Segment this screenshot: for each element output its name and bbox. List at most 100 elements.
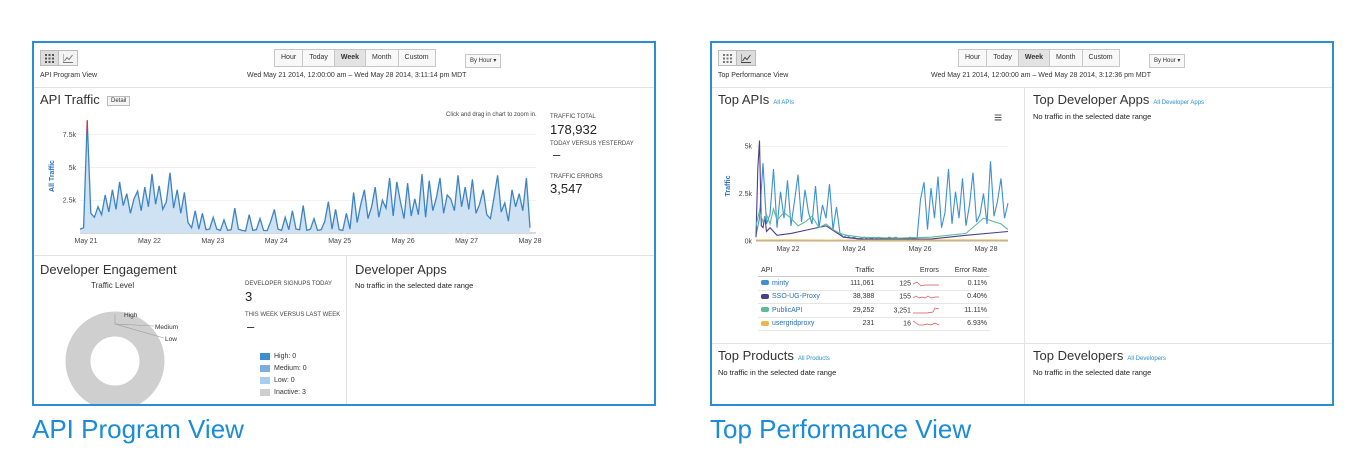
caret-down-icon: ▾: [493, 58, 497, 64]
legend-item-high: High: 0: [260, 353, 296, 360]
range-hour-button[interactable]: Hour: [274, 49, 304, 67]
all-developers-link[interactable]: All Developers: [1127, 356, 1166, 362]
donut-label-high: High: [124, 312, 138, 319]
api-name-cell[interactable]: usergridproxy: [758, 317, 840, 331]
view-toggle: [40, 50, 78, 66]
range-week-button[interactable]: Week: [1018, 49, 1051, 67]
week-vs-last-label: THIS WEEK VERSUS LAST WEEK: [245, 312, 341, 318]
top-developers-title-text: Top Developers: [1033, 348, 1124, 363]
errors-cell: 125: [877, 276, 942, 291]
by-hour-dropdown[interactable]: By Hour ▾: [465, 54, 502, 68]
error-sparkline: [912, 320, 940, 326]
errors-cell: 155: [877, 290, 942, 304]
section-divider: [712, 343, 1332, 344]
grid-view-button[interactable]: [40, 50, 59, 66]
series-swatch: [761, 293, 769, 299]
all-products-link[interactable]: All Products: [798, 356, 830, 362]
traffic-cell: 38,388: [839, 290, 878, 304]
top-developers-title: Top Developers All Developers: [1033, 348, 1166, 363]
series-swatch: [761, 280, 769, 286]
x-tick-label: May 24: [843, 246, 866, 253]
range-today-button[interactable]: Today: [303, 49, 335, 67]
table-row: PublicAPI 29,252 3,251 11.11%: [758, 303, 990, 318]
api-name-cell[interactable]: minty: [758, 276, 840, 291]
by-hour-label: By Hour: [1154, 58, 1176, 64]
range-custom-button[interactable]: Custom: [1082, 49, 1120, 67]
legend-label: Inactive: 3: [274, 389, 306, 396]
x-tick-label: May 21: [75, 238, 98, 245]
x-tick-label: May 27: [455, 238, 478, 245]
all-developer-apps-link[interactable]: All Developer Apps: [1153, 100, 1204, 106]
traffic-total-value: 178,932: [550, 122, 597, 137]
table-row: usergridproxy 231 16 6.93%: [758, 317, 990, 331]
date-range-label: Wed May 21 2014, 12:00:00 am – Wed May 2…: [931, 72, 1151, 79]
traffic-cell: 29,252: [839, 303, 878, 318]
error-rate-cell: 0.11%: [941, 276, 990, 291]
time-range-group: Hour Today Week Month Custom: [274, 49, 436, 67]
date-range-label: Wed May 21 2014, 12:00:00 am – Wed May 2…: [247, 72, 467, 79]
api-program-view-panel: API Program View Hour Today Week Month C…: [32, 41, 656, 406]
traffic-cell: 231: [839, 317, 878, 331]
traffic-errors-value: 3,547: [550, 181, 583, 196]
all-apis-link[interactable]: All APIs: [773, 100, 794, 106]
series-line-minty: [755, 161, 1009, 240]
api-traffic-chart[interactable]: 2.5k 5k 7.5k May 21 May 22 May 23 May 24 May 25…: [40, 115, 542, 247]
api-name-cell[interactable]: SSO-UG-Proxy: [758, 290, 840, 304]
errors-value: 125: [899, 279, 911, 287]
y-tick-label: 5k: [745, 144, 753, 151]
table-row: minty 111,061 125 0.11%: [758, 276, 990, 291]
developer-signups-value: 3: [245, 289, 253, 304]
hamburger-menu-icon[interactable]: ≡: [994, 110, 1002, 124]
range-month-button[interactable]: Month: [1050, 49, 1083, 67]
x-tick-label: May 23: [201, 238, 224, 245]
top-performance-view-panel: Top Performance View Hour Today Week Mon…: [710, 41, 1334, 406]
col-header-error-rate: Error Rate: [941, 265, 990, 277]
detail-button[interactable]: Detail: [107, 96, 131, 106]
chart-view-button[interactable]: [737, 50, 756, 66]
legend-item-inactive: Inactive: 3: [260, 389, 306, 396]
series-line-publicapi: [755, 206, 1009, 239]
range-hour-button[interactable]: Hour: [958, 49, 988, 67]
header-bar: API Program View Hour Today Week Month C…: [34, 43, 654, 88]
series-swatch: [761, 320, 769, 326]
today-vs-yesterday-value: –: [553, 147, 561, 162]
col-header-errors: Errors: [877, 265, 942, 277]
col-header-api: API: [758, 265, 840, 277]
developer-signups-label: DEVELOPER SIGNUPS TODAY: [245, 281, 333, 287]
donut-label-medium: Medium: [155, 324, 179, 331]
developer-apps-empty-message: No traffic in the selected date range: [355, 281, 474, 290]
error-rate-cell: 0.40%: [941, 290, 990, 304]
api-name-cell[interactable]: PublicAPI: [758, 303, 840, 318]
x-tick-label: May 24: [265, 238, 288, 245]
y-tick-label: 7.5k: [63, 132, 77, 139]
y-tick-label: 0k: [745, 239, 753, 246]
section-divider: [34, 255, 654, 256]
legend-label: Medium: 0: [274, 365, 307, 372]
top-products-title-text: Top Products: [718, 348, 794, 363]
range-custom-button[interactable]: Custom: [398, 49, 436, 67]
error-sparkline: [912, 307, 940, 313]
range-month-button[interactable]: Month: [366, 49, 399, 67]
traffic-errors-label: TRAFFIC ERRORS: [550, 174, 603, 180]
developer-apps-title: Developer Apps: [355, 262, 447, 277]
series-line-sso-ug-proxy: [755, 140, 1009, 240]
range-today-button[interactable]: Today: [987, 49, 1019, 67]
y-axis-label: Traffic: [725, 175, 732, 196]
by-hour-dropdown[interactable]: By Hour ▾: [1149, 54, 1186, 68]
view-name: API Program View: [40, 72, 98, 79]
range-week-button[interactable]: Week: [334, 49, 367, 67]
line-chart-icon: [741, 53, 751, 63]
grid-icon: [45, 53, 54, 63]
today-vs-yesterday-label: TODAY VERSUS YESTERDAY: [550, 141, 634, 147]
by-hour-label: By Hour: [470, 58, 492, 64]
top-apis-chart[interactable]: 0k 2.5k 5k May 22 May 24 May 26 May 28 Traffic: [718, 123, 1014, 253]
chart-view-button[interactable]: [59, 50, 78, 66]
traffic-level-label: Traffic Level: [91, 281, 135, 290]
x-tick-label: May 28: [975, 246, 998, 253]
errors-cell: 3,251: [877, 303, 942, 318]
grid-view-button[interactable]: [718, 50, 737, 66]
legend-item-medium: Medium: 0: [260, 365, 307, 372]
api-name: usergridproxy: [772, 320, 815, 328]
caret-down-icon: ▾: [1177, 58, 1181, 64]
line-chart-icon: [63, 53, 73, 63]
